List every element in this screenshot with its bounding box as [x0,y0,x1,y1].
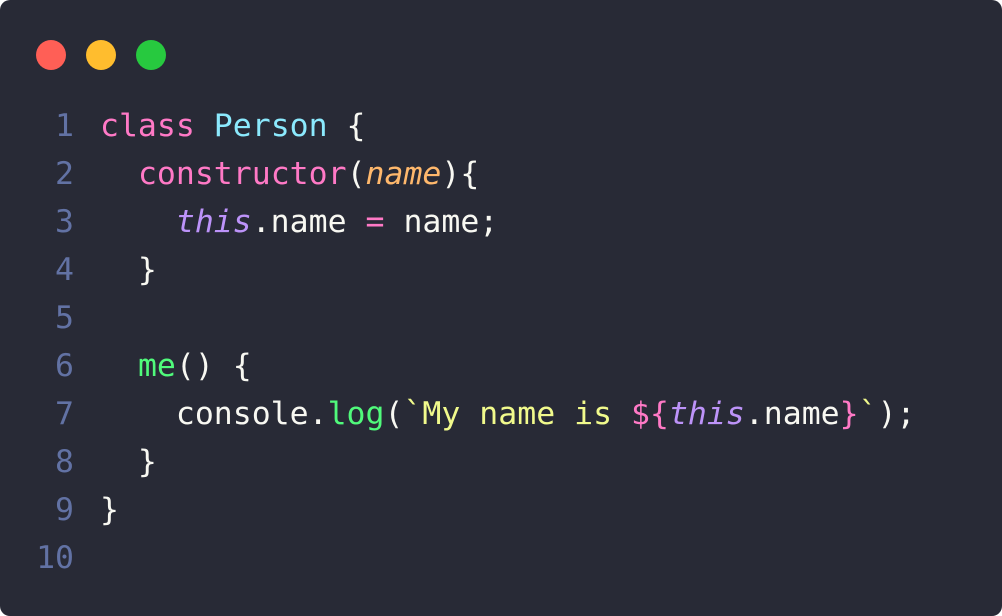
code-token: console. [100,396,328,432]
code-line: 1 class Person { [0,102,1002,150]
line-number: 2 [55,156,74,192]
line-number: 4 [55,252,74,288]
line-code: constructor(name){ [100,150,479,198]
line-number: 1 [55,108,74,144]
minimize-dot-icon[interactable] [86,40,116,70]
code-token: { [327,108,366,144]
code-token: name [365,156,442,192]
line-number: 8 [55,444,74,480]
code-line: 5 [0,294,1002,342]
code-token: this [175,204,252,240]
code-token: } [100,252,157,288]
code-line: 7 console.log(`My name is ${this.name}`)… [0,390,1002,438]
line-number: 10 [36,540,74,576]
code-token: ( [384,396,404,432]
line-code: this.name = name; [100,198,498,246]
code-token: } [100,444,157,480]
code-token: this [668,396,745,432]
code-line: 6 me() { [0,342,1002,390]
line-code: } [100,246,157,294]
close-dot-icon[interactable] [36,40,66,70]
code-token: } [100,492,119,528]
code-line: 4 } [0,246,1002,294]
code-token: () { [175,348,252,384]
code-token: log [327,396,385,432]
code-token: constructor [137,156,347,192]
line-code: } [100,438,157,486]
code-token: class [100,108,195,144]
line-code: } [100,486,119,534]
code-token: ${ [631,396,669,432]
code-editor: 1 class Person {2 constructor(name){3 thi… [0,102,1002,582]
code-token: ` [858,396,878,432]
code-token: ); [877,396,916,432]
code-token: me [137,348,176,384]
code-line: 9} [0,486,1002,534]
code-token: ( [346,156,366,192]
line-number: 5 [55,300,74,336]
code-window: 1 class Person {2 constructor(name){3 thi… [0,0,1002,616]
line-number: 7 [55,396,74,432]
line-code: class Person { [100,102,366,150]
code-line: 3 this.name = name; [0,198,1002,246]
code-token: `My name is [403,396,632,432]
code-line: 8 } [0,438,1002,486]
code-token: Person [213,108,328,144]
line-number: 6 [55,348,74,384]
code-token: ){ [441,156,480,192]
line-code: console.log(`My name is ${this.name}`); [100,390,916,438]
line-number: 9 [55,492,74,528]
code-line: 2 constructor(name){ [0,150,1002,198]
code-token: .name [251,204,366,240]
code-token: } [839,396,859,432]
line-code: me() { [100,342,252,390]
line-number: 3 [55,204,74,240]
code-token: = [365,204,385,240]
code-token: .name [744,396,840,432]
code-token: name; [384,204,499,240]
maximize-dot-icon[interactable] [136,40,166,70]
code-line: 10 [0,534,1002,582]
